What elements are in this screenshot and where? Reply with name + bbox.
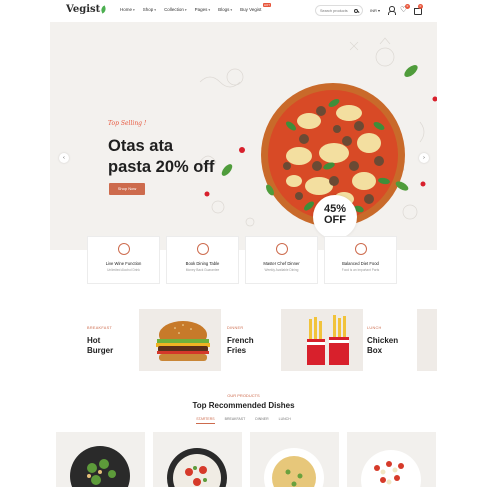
chevron-down-icon: ▾: [154, 7, 157, 12]
product-card[interactable]: [250, 432, 339, 487]
garnish-decor: [204, 65, 437, 197]
product-card[interactable]: [153, 432, 242, 487]
chicken-image[interactable]: [417, 309, 437, 371]
section-sub-label: OUR PRODUCTS: [227, 393, 260, 398]
category-title-line2: Box: [367, 346, 383, 355]
category-title[interactable]: Hot Burger: [87, 336, 113, 356]
category-title-line2: Burger: [87, 346, 114, 355]
nav-label: Pages: [194, 7, 208, 12]
dining-table-icon: [196, 243, 209, 255]
feature-card: Live Wine Function Unlimited Alcohol Dri…: [87, 236, 160, 284]
search-box[interactable]: [315, 5, 363, 16]
tab-starters[interactable]: STARTERS: [196, 417, 215, 424]
feature-subtitle: Weekly Available Dining: [264, 268, 299, 272]
category-banners: BREAKFAST Hot Burger DINNER French Fries: [50, 305, 437, 375]
discount-off-label: OFF: [324, 214, 346, 226]
hot-badge: HOT: [262, 3, 272, 7]
category-label: LUNCH: [367, 326, 382, 330]
category-title-line1: Chicken: [367, 336, 399, 345]
hero-slider: Top Selling ! Otas ata pasta 20% off Sho…: [50, 22, 437, 250]
search-input[interactable]: [320, 8, 354, 13]
nav-item-buy-vegist[interactable]: Buy Vegist HOT: [240, 3, 272, 12]
skewer-dish-image: [361, 450, 421, 487]
chef-hat-icon: [275, 243, 288, 255]
category-title[interactable]: French Fries: [227, 336, 254, 356]
logo[interactable]: Vegist: [66, 4, 108, 15]
chevron-down-icon: ▾: [133, 7, 135, 12]
feature-subtitle: Money Back Guarantee: [185, 268, 220, 272]
feature-card: Master Chef Dinner Weekly Available Dini…: [245, 236, 318, 284]
wishlist-count: 0: [405, 4, 410, 9]
feature-title: Live Wine Function: [105, 261, 142, 266]
nav-label: Buy Vegist: [240, 7, 262, 12]
product-card[interactable]: [56, 432, 145, 487]
burger-illustration: [156, 321, 210, 361]
feature-subtitle: Unlimited Alcohol Drink: [107, 268, 140, 272]
category-label: BREAKFAST: [87, 326, 113, 330]
cart-count: 0: [418, 4, 423, 9]
nav-label: Collection: [164, 7, 184, 12]
feature-card: Book Dining Table Money Back Guarantee: [166, 236, 239, 284]
fries-image[interactable]: [281, 309, 363, 371]
category-title-line1: French: [227, 336, 254, 345]
tab-dinner[interactable]: DINNER: [255, 417, 268, 424]
nav-item-shop[interactable]: Shop ▾: [143, 7, 156, 12]
feature-title: Master Chef Dinner: [263, 261, 300, 266]
burger-image[interactable]: [139, 309, 221, 371]
chevron-down-icon: ▾: [230, 7, 233, 12]
main-nav: Home ▾ Shop ▾ Collection ▾ Pages ▾ Blogs ▾ Bu…: [120, 3, 272, 12]
user-icon[interactable]: [387, 6, 396, 15]
product-grid: [56, 432, 436, 487]
nav-label: Shop: [142, 7, 154, 12]
feature-title: Balanced Diet Food: [342, 261, 379, 266]
plate-icon: [354, 243, 367, 255]
leaf-icon: [100, 5, 108, 14]
fries-illustration: [307, 315, 349, 365]
category-title[interactable]: Chicken Box: [367, 336, 398, 356]
discount-badge: 45% OFF: [313, 195, 357, 239]
salad-dish-image: [70, 446, 130, 487]
category-label: DINNER: [227, 326, 244, 330]
chevron-down-icon: ▾: [378, 8, 381, 13]
chevron-down-icon: ▾: [184, 7, 187, 12]
wine-icon: [117, 243, 130, 255]
nav-item-pages[interactable]: Pages ▾: [195, 7, 211, 12]
product-tabs: STARTERS BREAKFAST DINNER LUNCH: [50, 417, 437, 424]
category-title-line2: Fries: [227, 346, 247, 355]
feature-card: Balanced Diet Food Food is an important …: [324, 236, 397, 284]
cart-icon[interactable]: 0: [413, 4, 423, 15]
wishlist-icon[interactable]: ♡ 0: [400, 4, 410, 14]
tomato-dish-image: [167, 448, 227, 487]
pasta-dish-image: [264, 448, 324, 487]
category-title-line1: Hot: [87, 336, 101, 345]
header: Vegist Home ▾ Shop ▾ Collection ▾ Pages ▾ Bl…: [50, 0, 437, 22]
feature-title: Book Dining Table: [185, 261, 220, 266]
chevron-down-icon: ▾: [208, 7, 211, 12]
section-title: Top Recommended Dishes: [192, 401, 295, 410]
nav-label: Blogs: [218, 7, 230, 12]
search-icon[interactable]: [354, 8, 358, 13]
product-card[interactable]: [347, 432, 436, 487]
logo-text: Vegist: [66, 4, 101, 15]
currency-label: INR: [370, 8, 377, 13]
currency-select[interactable]: INR ▾: [370, 8, 380, 13]
nav-item-collection[interactable]: Collection ▾: [164, 7, 187, 12]
feature-subtitle: Food is an important Parts: [341, 268, 380, 272]
page: Vegist Home ▾ Shop ▾ Collection ▾ Pages ▾ Bl…: [50, 0, 437, 487]
nav-item-blogs[interactable]: Blogs ▾: [218, 7, 232, 12]
tab-breakfast[interactable]: BREAKFAST: [225, 417, 246, 424]
feature-list: Live Wine Function Unlimited Alcohol Dri…: [87, 236, 397, 284]
tab-lunch[interactable]: LUNCH: [279, 417, 291, 424]
nav-label: Home: [120, 7, 133, 12]
nav-item-home[interactable]: Home ▾: [120, 7, 135, 12]
